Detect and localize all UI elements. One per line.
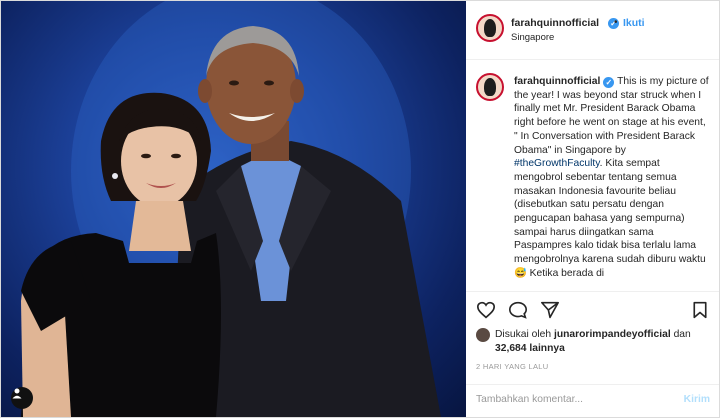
likes-prefix: Disukai oleh: [495, 329, 552, 340]
author-username[interactable]: farahquinnofficial: [511, 17, 599, 29]
comment-input[interactable]: [476, 394, 656, 405]
header-separator: •: [614, 17, 618, 28]
liker-avatar[interactable]: [476, 328, 490, 342]
send-comment-button[interactable]: Kirim: [684, 394, 710, 405]
bookmark-icon[interactable]: [692, 301, 708, 319]
verified-badge-icon: ✓: [603, 77, 615, 88]
post-header: farahquinnofficial ✓ • Ikuti Singapore: [466, 1, 719, 60]
photo-illustration: [21, 1, 441, 417]
post-actions-bar: [466, 291, 719, 328]
caption-text: This is my picture of the year! I was be…: [514, 76, 709, 156]
post-timestamp[interactable]: 2 HARI YANG LALU: [476, 362, 548, 371]
caption-hashtag[interactable]: #theGrowthFaculty: [514, 158, 600, 169]
post-caption: farahquinnofficial ✓ This is my picture o…: [514, 75, 710, 281]
comment-bar: Kirim: [466, 384, 719, 417]
person-tag-icon[interactable]: [11, 387, 33, 409]
author-avatar[interactable]: [476, 14, 504, 42]
caption-text-continued: . Kita sempat mengobrol sebentar tentang…: [514, 158, 706, 279]
likes-count[interactable]: 32,684 lainnya: [495, 343, 565, 354]
liker-username[interactable]: junarorimpandeyofficial: [554, 329, 671, 340]
caption-username[interactable]: farahquinnofficial: [514, 76, 600, 87]
post-location[interactable]: Singapore: [511, 32, 554, 43]
caption-author-avatar[interactable]: [476, 73, 504, 101]
share-arrow-icon[interactable]: [540, 301, 560, 319]
instagram-post-frame: farahquinnofficial ✓ • Ikuti Singapore f…: [0, 0, 720, 418]
caption-section: farahquinnofficial ✓ This is my picture o…: [466, 60, 719, 291]
heart-icon[interactable]: [476, 301, 496, 319]
post-photo[interactable]: [1, 1, 466, 417]
post-side-panel: farahquinnofficial ✓ • Ikuti Singapore f…: [466, 1, 719, 417]
likes-and: dan: [673, 329, 691, 340]
comment-bubble-icon[interactable]: [508, 301, 528, 319]
follow-button[interactable]: Ikuti: [623, 17, 645, 29]
